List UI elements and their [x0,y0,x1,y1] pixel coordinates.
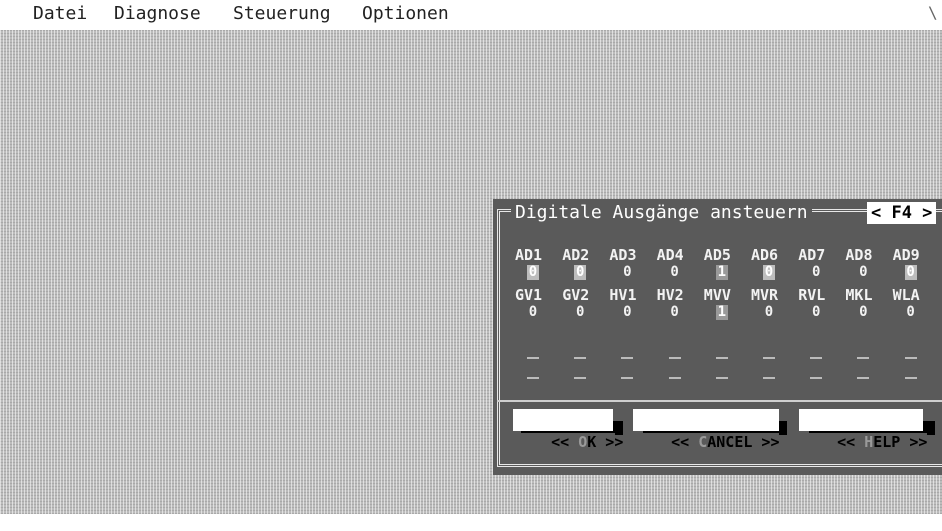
empty-slot-dash [527,377,539,379]
output-label-ad6: AD6 [751,246,779,264]
output-value-ad3[interactable]: 0 [621,265,633,280]
output-label-ad7: AD7 [798,246,826,264]
empty-slot-dash [668,377,681,379]
output-value-ad5[interactable]: 1 [715,265,728,280]
ok-suffix: >> [596,433,624,451]
cancel-suffix: >> [752,433,780,451]
output-value-ad8[interactable]: 0 [857,265,869,280]
output-label-hv2: HV2 [656,286,684,304]
output-value-hv1[interactable]: 0 [621,305,633,320]
output-value-gv1[interactable]: 0 [527,305,539,320]
empty-slot-dash [527,357,539,359]
dialog-hotkey-label: < F4 > [867,202,937,224]
empty-slot-dash [857,357,870,359]
cancel-button[interactable]: << CANCEL >> [633,409,780,451]
cancel-prefix: << [671,433,699,451]
output-label-ad3: AD3 [609,246,637,264]
help-suffix: >> [900,433,928,451]
empty-slot-dash [668,357,681,359]
empty-slot-dash [904,377,917,379]
output-label-ad9: AD9 [892,246,920,264]
output-value-hv2[interactable]: 0 [669,305,681,320]
output-label-hv1: HV1 [609,286,637,304]
output-label-mvr: MVR [751,286,779,304]
empty-slot-dash [904,357,917,359]
output-value-ad7[interactable]: 0 [810,265,822,280]
dialog-title: Digitale Ausgänge ansteuern [511,202,812,224]
output-value-ad6[interactable]: 0 [763,265,775,280]
dialog-digital-outputs: Digitale Ausgänge ansteuern < F4 > << OK… [493,199,942,475]
output-label-rvl: RVL [798,286,826,304]
output-label-mvv: MVV [703,286,731,304]
output-label-mkl: MKL [845,286,873,304]
output-value-mvv[interactable]: 1 [715,305,728,320]
empty-slot-dash [621,357,634,359]
empty-slot-dash [857,377,870,379]
output-label-wla: WLA [892,286,920,304]
menu-bar: Datei Diagnose Steuerung Optionen \ [0,0,942,30]
ok-prefix: << [551,433,579,451]
divider [497,400,942,402]
corner-mark-icon: \ [928,3,938,22]
output-label-ad1: AD1 [515,246,543,264]
empty-slot-dash [574,377,587,379]
output-value-gv2[interactable]: 0 [574,305,586,320]
empty-slot-dash [715,377,728,379]
output-value-ad4[interactable]: 0 [669,265,681,280]
empty-slot-dash [574,357,587,359]
ok-label: K [587,433,597,451]
empty-slot-dash [810,377,823,379]
menu-datei[interactable]: Datei [33,0,87,28]
output-value-ad9[interactable]: 0 [904,265,917,280]
output-label-gv1: GV1 [515,286,543,304]
output-label-ad4: AD4 [656,246,684,264]
output-value-mkl[interactable]: 0 [857,305,869,320]
menu-optionen[interactable]: Optionen [362,0,449,28]
output-value-mvr[interactable]: 0 [763,305,775,320]
help-prefix: << [837,433,865,451]
empty-slot-dash [763,377,775,379]
output-label-ad8: AD8 [845,246,873,264]
menu-steuerung[interactable]: Steuerung [233,0,331,28]
empty-slot-dash [763,357,775,359]
ok-button[interactable]: << OK >> [513,409,623,451]
help-button[interactable]: << HELP >> [799,409,927,451]
ok-hotkey: O [578,433,588,451]
cancel-hotkey: C [698,433,708,451]
output-value-wla[interactable]: 0 [905,305,917,320]
help-label: ELP [873,433,901,451]
empty-slot-dash [621,377,634,379]
help-hotkey: H [864,433,874,451]
cancel-label: ANCEL [707,433,753,451]
menu-diagnose[interactable]: Diagnose [114,0,201,28]
output-value-ad1[interactable]: 0 [527,265,539,280]
empty-slot-dash [810,357,823,359]
output-value-ad2[interactable]: 0 [574,265,587,280]
output-label-ad2: AD2 [562,246,590,264]
output-label-ad5: AD5 [703,246,731,264]
output-value-rvl[interactable]: 0 [810,305,822,320]
empty-slot-dash [715,357,728,359]
output-label-gv2: GV2 [562,286,590,304]
